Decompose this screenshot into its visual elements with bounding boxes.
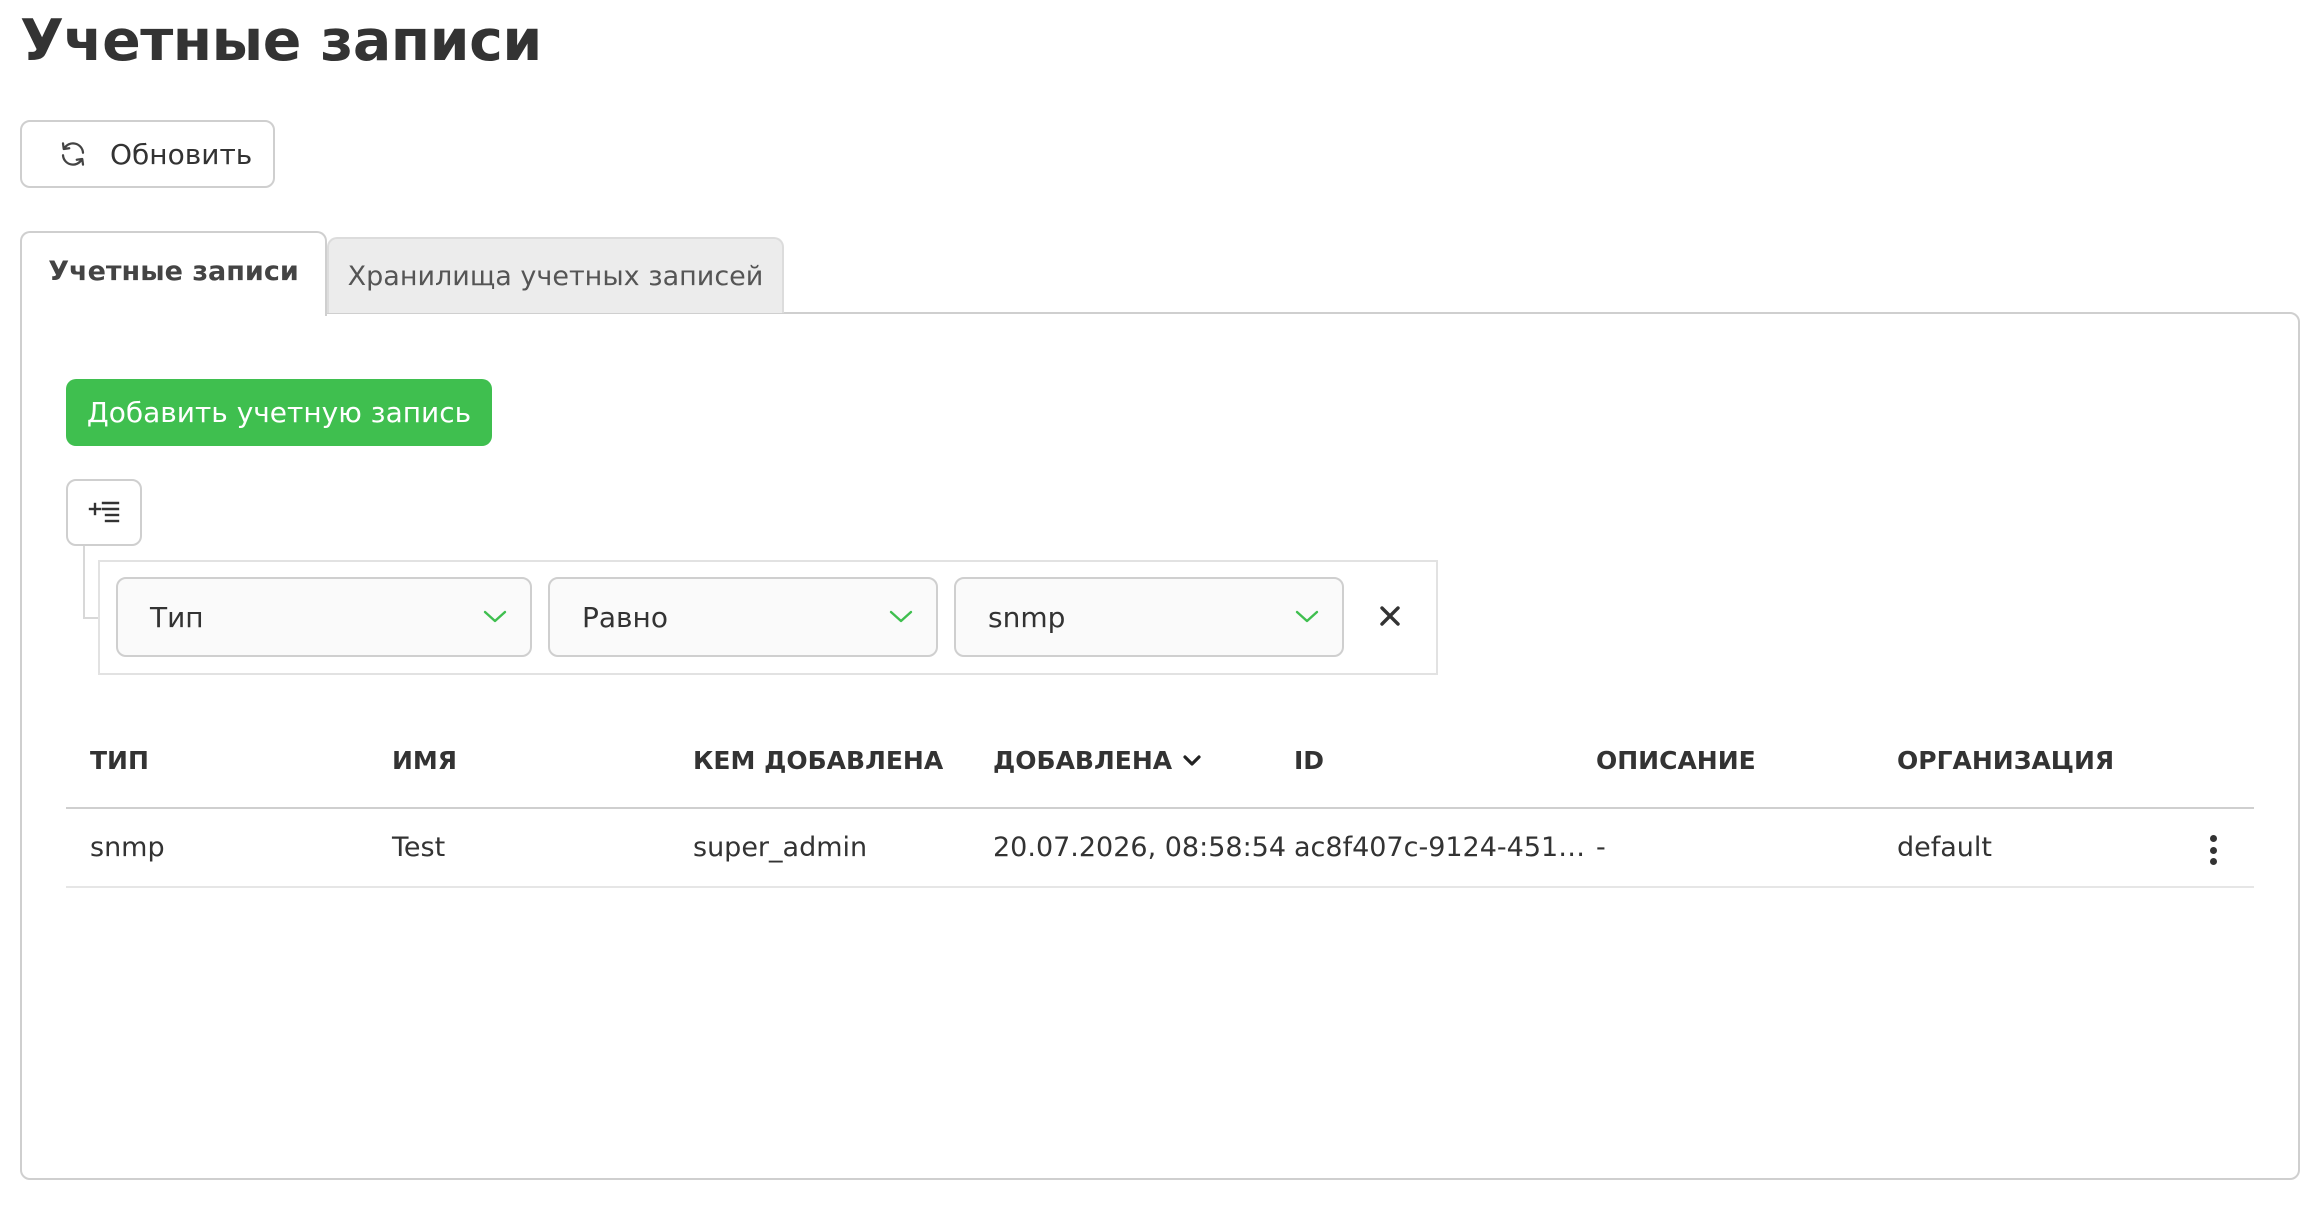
table-row-divider [66,886,2254,888]
chevron-down-icon [1295,610,1319,623]
cell-name: Test [392,832,446,863]
row-actions-menu-button[interactable] [2200,832,2226,868]
filter-operator-value: Равно [582,600,668,634]
filter-field-select[interactable]: Тип [116,577,532,657]
filter-value-value: snmp [988,600,1066,634]
kebab-dot [2209,835,2217,842]
cell-description: - [1596,832,1606,863]
refresh-icon [61,142,85,166]
close-icon [1380,606,1400,626]
chevron-down-icon [483,610,507,623]
refresh-button[interactable]: Обновить [20,120,275,188]
table-header-divider [66,807,2254,809]
page-title: Учетные записи [20,8,542,74]
cell-id: ac8f407c-9124-451… [1294,832,1586,863]
column-header-name[interactable]: ИМЯ [392,746,457,775]
cell-added: 20.07.2026, 08:58:54 [993,832,1287,863]
filter-operator-select[interactable]: Равно [548,577,938,657]
kebab-dot [2209,858,2217,865]
column-header-added[interactable]: ДОБАВЛЕНА [993,746,1202,775]
column-header-description[interactable]: ОПИСАНИЕ [1596,746,1756,775]
column-header-id[interactable]: ID [1294,746,1324,775]
add-account-button[interactable]: Добавить учетную запись [66,379,492,446]
kebab-dot [2209,846,2217,854]
cell-type: snmp [90,832,165,863]
column-header-added-label: ДОБАВЛЕНА [993,746,1173,775]
add-filter-icon [88,501,120,522]
refresh-label: Обновить [110,137,253,171]
tab-accounts[interactable]: Учетные записи [20,231,327,316]
cell-organization: default [1897,832,1993,863]
tab-account-storages[interactable]: Хранилища учетных записей [327,237,784,313]
filter-value-select[interactable]: snmp [954,577,1344,657]
chevron-down-icon [889,610,913,623]
filter-field-value: Тип [150,600,204,634]
column-header-organization[interactable]: ОРГАНИЗАЦИЯ [1897,746,2114,775]
column-header-type[interactable]: ТИП [90,746,149,775]
column-header-added-by[interactable]: КЕМ ДОБАВЛЕНА [693,746,943,775]
add-filter-button[interactable] [66,479,142,546]
sort-desc-icon [1183,754,1201,766]
cell-added-by: super_admin [693,832,868,863]
remove-filter-button[interactable] [1372,598,1408,634]
